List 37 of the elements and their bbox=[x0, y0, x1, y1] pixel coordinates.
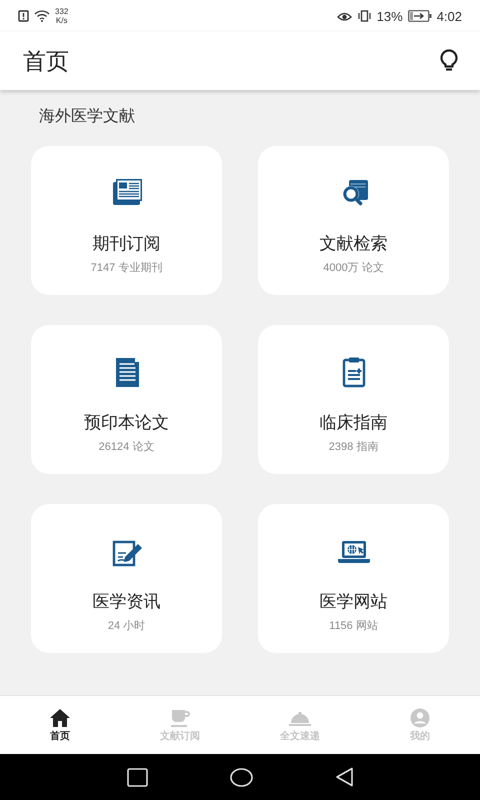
battery-charging-icon bbox=[408, 10, 432, 22]
card-title: 期刊订阅 bbox=[92, 233, 160, 255]
user-avatar-icon bbox=[409, 708, 431, 728]
wifi-icon bbox=[34, 10, 50, 22]
nav-tab[interactable]: 首页 bbox=[0, 696, 120, 754]
section-title: 海外医学文献 bbox=[39, 106, 136, 127]
card-title: 医学资讯 bbox=[92, 591, 160, 613]
card-subtitle: 2398 指南 bbox=[328, 440, 378, 454]
card-title: 临床指南 bbox=[320, 412, 388, 434]
sim-alert-icon bbox=[18, 10, 29, 22]
card-title: 文献检索 bbox=[320, 233, 388, 255]
card-subtitle: 4000万 论文 bbox=[323, 261, 384, 275]
feature-card[interactable]: 预印本论文 26124 论文 bbox=[31, 325, 222, 474]
eye-icon bbox=[336, 10, 352, 22]
back-icon[interactable] bbox=[334, 767, 354, 787]
page-title: 首页 bbox=[23, 46, 69, 76]
home-icon bbox=[49, 708, 71, 728]
feature-card[interactable]: 医学网站 1156 网站 bbox=[258, 504, 449, 653]
feature-card[interactable]: 文献检索 4000万 论文 bbox=[258, 146, 449, 295]
battery-percent: 13% bbox=[376, 8, 403, 24]
clock-time: 4:02 bbox=[436, 8, 462, 24]
vibrate-icon bbox=[356, 10, 372, 22]
card-subtitle: 7147 专业期刊 bbox=[90, 261, 162, 275]
card-subtitle: 24 小时 bbox=[108, 619, 146, 633]
card-subtitle: 1156 网站 bbox=[329, 619, 378, 633]
home-circle-icon[interactable] bbox=[230, 768, 252, 786]
feature-card[interactable]: 期刊订阅 7147 专业期刊 bbox=[31, 146, 222, 295]
speed-value: 332 bbox=[55, 7, 68, 16]
card-title: 医学网站 bbox=[320, 591, 388, 613]
card-subtitle: 26124 论文 bbox=[98, 440, 154, 454]
feature-card[interactable]: 临床指南 2398 指南 bbox=[258, 325, 449, 474]
cup-icon bbox=[169, 708, 191, 728]
card-title: 预印本论文 bbox=[84, 412, 169, 434]
speed-unit: K/s bbox=[56, 16, 68, 25]
lightbulb-icon[interactable] bbox=[440, 49, 458, 73]
recents-icon[interactable] bbox=[126, 768, 148, 786]
feature-card[interactable]: 医学资讯 24 小时 bbox=[31, 504, 222, 653]
